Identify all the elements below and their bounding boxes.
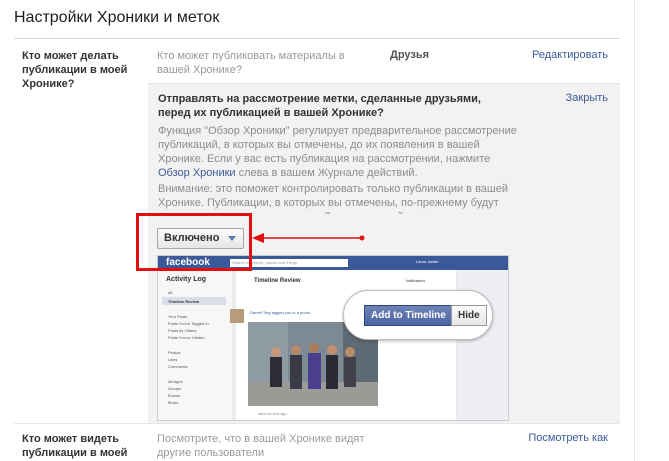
right-divider (634, 0, 635, 461)
fb-nav-item: Comments (168, 364, 188, 369)
fb-avatar (230, 309, 244, 323)
setting-label: Кто может делать публикации в моей Хрони… (22, 50, 128, 90)
panel-heading: Отправлять на рассмотрение метки, сделан… (158, 93, 481, 119)
close-link[interactable]: Закрыть (566, 92, 608, 104)
fb-nav-item: Posts You've Hidden (168, 335, 205, 340)
fb-notifications: Notifications (406, 279, 426, 283)
fb-photo-caption: about an hour ago (258, 412, 287, 416)
description-text-end: слева в вашем Журнале действий. (238, 167, 418, 179)
fb-user-name: Laura Jarder (416, 259, 439, 264)
fb-nav-item: Events (168, 393, 181, 398)
fb-nav-item: Posts by Others (168, 328, 197, 333)
fb-nav-item: All Apps (168, 379, 183, 384)
setting-description: Посмотрите, что в вашей Хронике видят др… (157, 433, 365, 459)
fb-nav-item: Timeline Review (168, 299, 200, 304)
review-status-dropdown[interactable]: Включено (157, 228, 245, 249)
setting-row-who-can-see: Кто может видеть публикации в моей Хрони… (14, 423, 620, 461)
fb-tagged-text: Darrell Ting tagged you in a photo. (250, 310, 312, 315)
fb-nav-item: Groups (168, 386, 182, 391)
hide-button[interactable]: Hide (451, 305, 487, 326)
description-text: Функция "Обзор Хроники" регулирует предв… (158, 125, 517, 165)
add-to-timeline-button[interactable]: Add to Timeline (364, 305, 453, 326)
review-action-popup: Add to Timeline Hide (343, 290, 493, 340)
page-header: Настройки Хроники и меток (0, 0, 669, 40)
fb-review-title: Timeline Review (254, 278, 301, 284)
view-as-link[interactable]: Посмотреть как (528, 432, 608, 444)
timeline-review-link[interactable]: Обзор Хроники (158, 167, 236, 179)
status-value: Включено (164, 232, 220, 244)
setting-description: Кто может публиковать материалы в вашей … (157, 50, 345, 76)
fb-nav-item: Likes (168, 357, 178, 362)
setting-row-who-can-post: Кто может делать публикации в моей Хрони… (14, 39, 620, 90)
setting-value: Друзья (390, 49, 430, 61)
fb-nav-item: Your Posts (168, 314, 188, 319)
fb-nav-item: Photos (168, 350, 181, 355)
edit-link[interactable]: Редактировать (532, 49, 608, 61)
chevron-down-icon (228, 236, 237, 241)
page-title: Настройки Хроники и меток (14, 9, 220, 26)
panel-warning: Внимание: это поможет контролировать тол… (158, 183, 509, 214)
fb-nav-item: Posts You're Tagged In (168, 321, 209, 326)
fb-activity-sidebar: Activity Log All Timeline Review Your Po… (158, 270, 232, 420)
fb-nav-item: Music (168, 400, 179, 405)
fb-activity-title: Activity Log (166, 276, 207, 283)
panel-description: Функция "Обзор Хроники" регулирует предв… (158, 124, 518, 180)
setting-label: Кто может видеть публикации в моей Хрони… (22, 433, 128, 459)
fb-nav-item: All (168, 290, 173, 295)
